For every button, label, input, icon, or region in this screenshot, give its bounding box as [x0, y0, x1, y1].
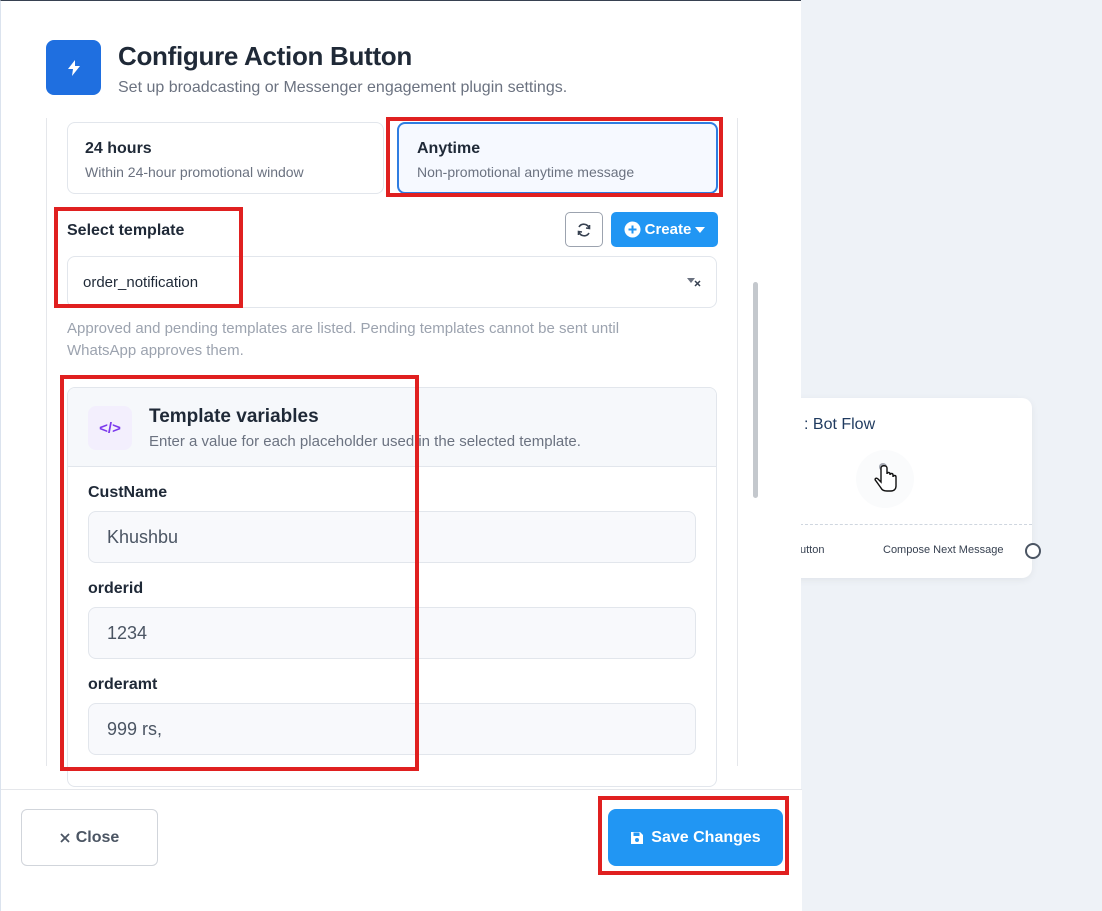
template-variables-subtitle: Enter a value for each placeholder used … — [149, 433, 581, 450]
option-anytime[interactable]: Anytime Non-promotional anytime message — [397, 122, 718, 194]
close-button-label: Close — [75, 828, 120, 846]
clear-select-icon[interactable] — [687, 274, 701, 291]
custname-input[interactable] — [88, 511, 696, 563]
lightning-icon — [46, 40, 101, 95]
option-description: Within 24-hour promotional window — [85, 164, 304, 180]
help-line: Approved and pending templates are liste… — [67, 320, 620, 337]
close-icon — [60, 832, 70, 843]
pointer-hand-icon — [856, 450, 914, 508]
template-help-text: Approved and pending templates are liste… — [67, 318, 619, 362]
plus-circle-icon — [624, 221, 641, 238]
floppy-disk-icon — [631, 831, 644, 844]
flow-node-divider — [800, 524, 1032, 525]
caret-down-icon — [695, 226, 706, 233]
close-button[interactable]: Close — [21, 809, 158, 866]
code-icon: </> — [88, 406, 132, 450]
flow-node-title: : Bot Flow — [804, 416, 876, 433]
modal-title: Configure Action Button — [118, 41, 412, 71]
template-variables-header: </> Template variables Enter a value for… — [68, 388, 716, 467]
configure-action-modal: Configure Action Button Set up broadcast… — [0, 0, 802, 911]
flow-connector-handle[interactable] — [1025, 543, 1041, 559]
option-title: Anytime — [417, 140, 481, 157]
option-title: 24 hours — [85, 140, 152, 157]
help-line: WhatsApp approves them. — [67, 342, 244, 359]
refresh-button[interactable] — [565, 212, 603, 247]
refresh-icon — [577, 222, 591, 237]
select-template-label: Select template — [67, 222, 185, 239]
option-description: Non-promotional anytime message — [417, 164, 635, 180]
flow-next-message-label: Compose Next Message — [883, 544, 1004, 556]
save-changes-button[interactable]: Save Changes — [608, 809, 783, 866]
orderid-input[interactable] — [88, 607, 696, 659]
modal-subtitle: Set up broadcasting or Messenger engagem… — [118, 79, 568, 96]
create-template-button[interactable]: Create — [611, 212, 718, 247]
field-label-orderamt: orderamt — [88, 676, 158, 693]
template-variables-title: Template variables — [149, 406, 319, 427]
template-select[interactable]: order_notification — [67, 256, 717, 308]
create-button-label: Create — [644, 221, 692, 238]
field-label-custname: CustName — [88, 484, 168, 501]
field-label-orderid: orderid — [88, 580, 144, 597]
template-select-value: order_notification — [83, 273, 199, 291]
save-button-label: Save Changes — [651, 828, 761, 846]
scrollbar-thumb[interactable] — [753, 282, 758, 498]
flow-button-label: utton — [800, 544, 825, 556]
option-24-hours[interactable]: 24 hours Within 24-hour promotional wind… — [67, 122, 384, 194]
orderamt-input[interactable] — [88, 703, 696, 755]
